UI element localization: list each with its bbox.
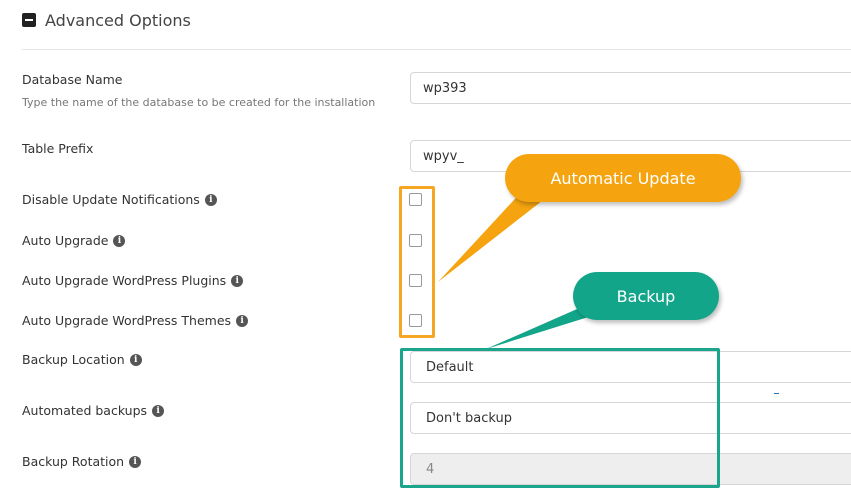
automatic-update-pointer [438, 188, 556, 282]
backup-highlight [400, 348, 720, 488]
automatic-update-callout: Automatic Update [505, 154, 741, 202]
backup-callout: Backup [573, 272, 719, 320]
automatic-update-highlight [399, 186, 435, 338]
advanced-options-panel: Advanced Options Database Name Type the … [0, 0, 851, 495]
